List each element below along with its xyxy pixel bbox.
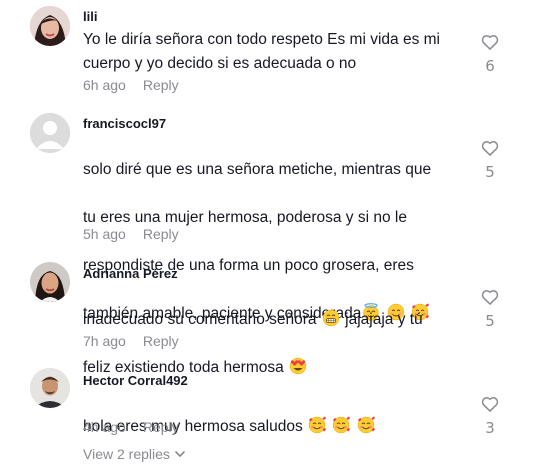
smiling-face-with-hearts-icon bbox=[308, 416, 326, 434]
like-button[interactable]: 3 bbox=[478, 394, 502, 437]
reply-button[interactable]: Reply bbox=[143, 226, 179, 242]
heart-outline-icon bbox=[481, 397, 499, 412]
comment-text-part: jajajaja y tú bbox=[340, 311, 423, 328]
avatar[interactable] bbox=[30, 113, 70, 153]
like-button[interactable]: 5 bbox=[478, 287, 502, 330]
reply-button[interactable]: Reply bbox=[143, 333, 179, 349]
avatar[interactable] bbox=[30, 262, 70, 302]
comment-timestamp: 4h ago bbox=[83, 419, 126, 435]
comment-text-line: solo diré que es una señora metiche, mie… bbox=[83, 161, 432, 178]
avatar[interactable] bbox=[30, 6, 70, 46]
like-count: 3 bbox=[485, 419, 495, 437]
smiling-face-with-heart-eyes-icon bbox=[289, 357, 307, 375]
like-button[interactable]: 6 bbox=[478, 32, 502, 75]
smiling-face-with-hearts-icon bbox=[332, 416, 350, 434]
comment-meta: 6h ago Reply bbox=[83, 77, 179, 93]
avatar[interactable] bbox=[30, 368, 70, 408]
comment-timestamp: 7h ago bbox=[83, 333, 126, 349]
chevron-down-icon bbox=[175, 451, 185, 457]
beaming-face-with-smiling-eyes-icon bbox=[322, 309, 340, 327]
like-count: 5 bbox=[485, 163, 495, 181]
comment-username[interactable]: lili bbox=[83, 9, 97, 24]
heart-outline-icon bbox=[481, 141, 499, 156]
comment-meta: 7h ago Reply bbox=[83, 333, 179, 349]
like-count: 5 bbox=[485, 312, 495, 330]
comment-timestamp: 5h ago bbox=[83, 226, 126, 242]
view-replies-label: View 2 replies bbox=[83, 446, 170, 462]
smiling-face-with-hearts-icon bbox=[357, 416, 375, 434]
comment-username[interactable]: Adrianna Pérez bbox=[83, 266, 178, 281]
reply-button[interactable]: Reply bbox=[143, 419, 179, 435]
comment-username[interactable]: franciscocl97 bbox=[83, 116, 166, 131]
like-count: 6 bbox=[485, 57, 495, 75]
heart-outline-icon bbox=[481, 290, 499, 305]
comment-meta: 5h ago Reply bbox=[83, 226, 179, 242]
reply-button[interactable]: Reply bbox=[143, 77, 179, 93]
like-button[interactable]: 5 bbox=[478, 138, 502, 181]
comment-text: Yo le diría señora con todo respeto Es m… bbox=[83, 31, 440, 72]
comment-meta: 4h ago Reply bbox=[83, 419, 179, 435]
heart-outline-icon bbox=[481, 35, 499, 50]
comment-text-part: inadecuado su comentario señora bbox=[83, 311, 321, 328]
view-replies-button[interactable]: View 2 replies bbox=[83, 446, 186, 462]
comment-username[interactable]: Hector Corral492 bbox=[83, 373, 188, 388]
comment-timestamp: 6h ago bbox=[83, 77, 126, 93]
